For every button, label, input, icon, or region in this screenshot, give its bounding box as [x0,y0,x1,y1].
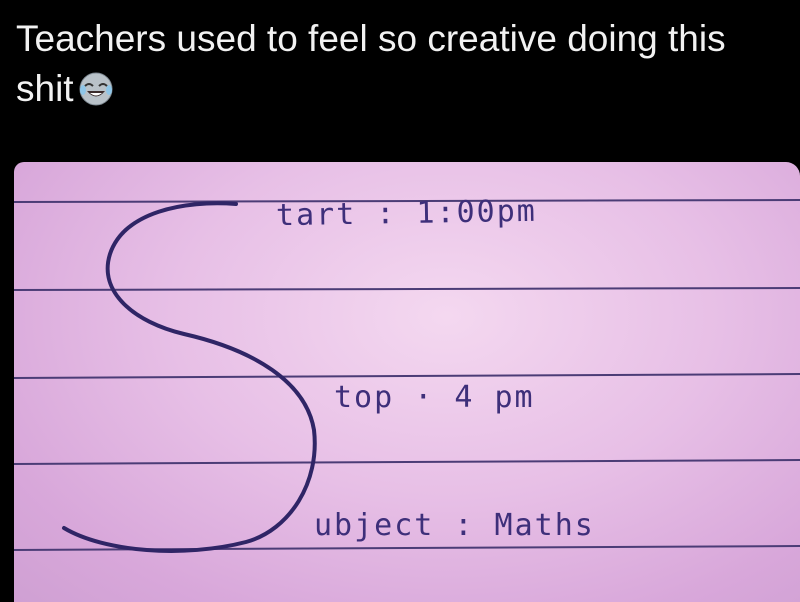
face-with-tears-of-joy-icon [78,70,114,106]
start-time-text: tart : 1:00pm [275,193,538,234]
caption-text: Teachers used to feel so creative doing … [16,18,726,109]
stop-time-text: top · 4 pm [334,380,535,415]
notebook-photo: tart : 1:00pm top · 4 pm ubject : Maths [14,162,800,602]
subject-text: ubject : Maths [314,508,595,543]
post-caption: Teachers used to feel so creative doing … [16,14,786,114]
